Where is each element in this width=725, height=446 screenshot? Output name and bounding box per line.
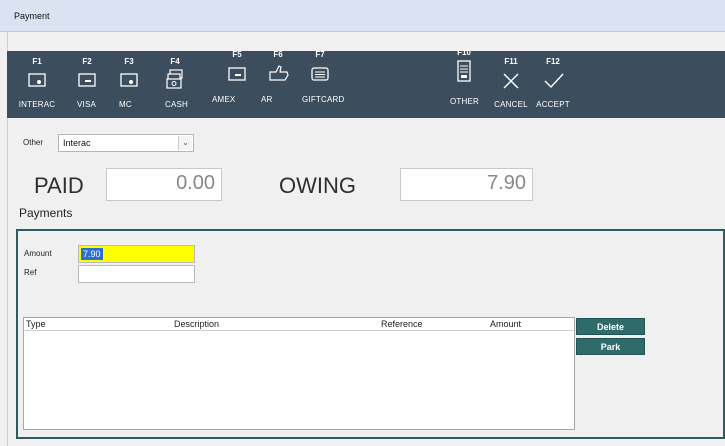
amount-label: Amount (24, 249, 52, 258)
interac-key: F1 (32, 57, 42, 66)
giftcard-label: GIFTCARD (302, 95, 345, 104)
other-label: Other (23, 138, 44, 147)
delete-button[interactable]: Delete (576, 318, 645, 335)
card-icon (77, 70, 97, 90)
ref-input[interactable] (78, 265, 195, 283)
x-icon (501, 71, 521, 91)
payments-table[interactable]: Type Description Reference Amount (23, 317, 575, 430)
amount-input-value: 7.90 (81, 248, 103, 260)
giftcard-button[interactable]: F7 GIFTCARD (295, 50, 345, 118)
interac-button[interactable]: F1 INTERAC (12, 51, 62, 118)
card-chip-icon (119, 70, 139, 90)
cash-icon (165, 68, 185, 89)
giftcard-key: F7 (315, 50, 325, 59)
park-button[interactable]: Park (576, 338, 645, 355)
title-bar: Payment (0, 0, 725, 32)
other-select[interactable]: Interac ⌄ (58, 134, 194, 152)
cash-label: CASH (165, 100, 189, 109)
hand-icon (268, 63, 289, 83)
mc-button[interactable]: F3 MC (104, 51, 154, 118)
accept-key: F12 (546, 57, 560, 66)
owing-label: OWING (279, 173, 356, 198)
column-header-reference[interactable]: Reference (381, 319, 423, 329)
cash-button[interactable]: F4 CASH (150, 51, 200, 118)
accept-label: ACCEPT (536, 100, 570, 109)
mc-key: F3 (124, 57, 134, 66)
column-header-type[interactable]: Type (26, 319, 46, 329)
column-header-description[interactable]: Description (174, 319, 219, 329)
paid-value: 0.00 (176, 172, 215, 194)
amount-input[interactable]: 7.90 (78, 245, 195, 263)
other-button[interactable]: F10 OTHER (439, 48, 489, 118)
accept-button[interactable]: F12 ACCEPT (528, 51, 578, 118)
payments-table-header: Type Description Reference Amount (24, 318, 574, 331)
check-icon (543, 71, 564, 91)
ref-label: Ref (24, 268, 37, 277)
owing-value: 7.90 (487, 172, 526, 194)
owing-field: 7.90 (400, 168, 533, 201)
interac-label: INTERAC (18, 100, 56, 109)
giftcard-icon (310, 64, 330, 84)
paid-label: PAID (34, 173, 84, 198)
paid-field: 0.00 (106, 168, 222, 201)
cash-key: F4 (170, 57, 180, 66)
window-title: Payment (14, 11, 50, 21)
column-header-amount[interactable]: Amount (490, 319, 521, 329)
card-icon (227, 64, 247, 84)
card-chip-icon (27, 70, 47, 90)
chevron-down-icon[interactable]: ⌄ (178, 136, 192, 150)
payment-toolbar: F1 INTERAC F2 VISA F3 MC F4 CASH F5 AMEX (7, 48, 725, 118)
other-select-value: Interac (63, 138, 91, 148)
other-key: F10 (457, 48, 471, 57)
payments-title: Payments (19, 206, 73, 220)
document-icon (454, 59, 474, 82)
